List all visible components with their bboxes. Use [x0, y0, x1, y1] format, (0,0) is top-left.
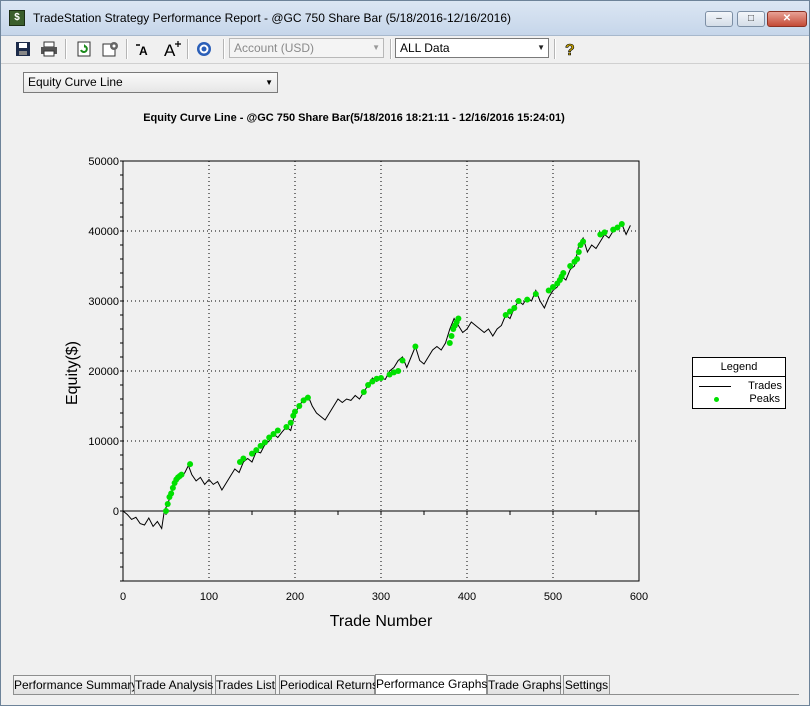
peak-point — [511, 305, 518, 311]
peak-point — [253, 447, 260, 454]
peak-point — [515, 298, 522, 304]
maximize-button[interactable]: □ — [737, 11, 765, 27]
y-tick-label: 30000 — [88, 296, 119, 308]
peak-point — [574, 256, 581, 262]
peak-point — [580, 238, 587, 245]
graph-type-select[interactable]: Equity Curve Line ▼ — [23, 72, 278, 93]
peak-point — [168, 490, 175, 497]
data-range-value: ALL Data — [400, 41, 450, 55]
peak-point — [283, 424, 290, 430]
target-icon[interactable] — [193, 39, 215, 59]
peak-point — [287, 419, 294, 426]
x-tick-label: 0 — [120, 591, 126, 603]
decrease-font-icon[interactable]: A — [133, 39, 155, 59]
legend-trades-swatch — [699, 386, 731, 387]
peak-point — [601, 229, 608, 236]
peak-point — [240, 455, 247, 462]
chevron-down-icon: ▼ — [265, 78, 273, 87]
peak-point — [399, 357, 406, 364]
y-tick-label: 20000 — [88, 366, 119, 378]
save-icon[interactable] — [12, 39, 34, 59]
x-tick-label: 100 — [200, 591, 218, 603]
peak-point — [163, 508, 169, 514]
chart-title: Equity Curve Line - @GC 750 Share Bar(5/… — [143, 112, 565, 124]
peak-point — [274, 427, 281, 434]
tab-settings[interactable]: Settings — [563, 675, 610, 694]
help-icon[interactable]: ? — [559, 39, 581, 59]
peak-point — [187, 461, 194, 468]
svg-text:?: ? — [565, 42, 575, 58]
graph-type-value: Equity Curve Line — [28, 75, 123, 89]
tab-periodical-returns[interactable]: Periodical Returns — [279, 675, 378, 694]
increase-font-icon[interactable]: A — [160, 39, 182, 59]
tab-trades-list[interactable]: Trades List — [215, 675, 276, 694]
toolbar: A A Account (USD) ▼ ALL Data ▼ ? — [1, 35, 809, 64]
peak-point — [296, 403, 303, 409]
chart-legend: Legend Trades Peaks — [692, 357, 786, 409]
peak-point — [446, 340, 453, 346]
x-tick-label: 400 — [458, 591, 476, 603]
peak-point — [575, 249, 582, 255]
grid-lines — [123, 161, 639, 581]
account-combo: Account (USD) ▼ — [229, 38, 384, 58]
tab-performance-graphs[interactable]: Performance Graphs — [375, 674, 487, 695]
peak-point — [567, 263, 574, 269]
chevron-down-icon: ▼ — [372, 43, 380, 52]
svg-text:A: A — [164, 41, 176, 58]
chevron-down-icon: ▼ — [537, 43, 545, 52]
tab-trade-analysis[interactable]: Trade Analysis — [134, 675, 213, 694]
settings-icon[interactable] — [99, 39, 121, 59]
x-tick-label: 500 — [544, 591, 562, 603]
peak-point — [618, 221, 625, 227]
x-axis-label: Trade Number — [330, 613, 433, 630]
y-tick-label: 50000 — [88, 156, 119, 168]
close-button[interactable]: ✕ — [767, 11, 807, 27]
svg-text:A: A — [139, 44, 148, 57]
y-tick-label: 0 — [113, 506, 119, 518]
x-tick-label: 300 — [372, 591, 390, 603]
peak-point — [178, 471, 185, 478]
peak-point — [292, 408, 298, 415]
y-axis-label: Equity($) — [64, 341, 81, 405]
peak-point — [448, 333, 455, 339]
peak-point — [164, 501, 171, 507]
legend-trades-label: Trades — [748, 380, 782, 392]
peak-point — [412, 343, 419, 350]
x-tick-label: 600 — [630, 591, 648, 603]
y-tick-label: 10000 — [88, 436, 119, 448]
y-tick-label: 40000 — [88, 226, 119, 238]
peak-point — [360, 389, 367, 395]
report-window: $ TradeStation Strategy Performance Repo… — [0, 0, 810, 706]
peak-point — [560, 270, 567, 276]
equity-chart: Equity Curve Line - @GC 750 Share Bar(5/… — [64, 112, 648, 630]
legend-peaks-swatch — [714, 397, 719, 402]
peak-point — [304, 394, 311, 401]
tab-trade-graphs[interactable]: Trade Graphs — [487, 675, 562, 694]
minimize-button[interactable]: – — [705, 11, 733, 27]
axis-ticks: 0 10000 20000 30000 40000 50000 0 100 200 300 400 5… — [88, 156, 648, 603]
peak-point — [261, 439, 268, 446]
tab-performance-summary[interactable]: Performance Summary — [13, 675, 137, 694]
legend-title: Legend — [720, 361, 758, 373]
peak-point — [455, 315, 462, 322]
x-tick-label: 200 — [286, 591, 304, 603]
peak-point — [378, 375, 384, 381]
legend-peaks-label: Peaks — [749, 393, 780, 405]
data-range-combo[interactable]: ALL Data ▼ — [395, 38, 549, 58]
peak-point — [532, 291, 539, 297]
title-bar[interactable]: $ TradeStation Strategy Performance Repo… — [1, 1, 809, 36]
refresh-icon[interactable] — [73, 39, 95, 59]
peak-point — [524, 296, 531, 303]
app-icon: $ — [9, 10, 25, 26]
print-icon[interactable] — [38, 39, 60, 59]
window-title: TradeStation Strategy Performance Report… — [33, 11, 511, 25]
peak-point — [395, 368, 402, 374]
account-combo-value: Account (USD) — [234, 41, 315, 55]
